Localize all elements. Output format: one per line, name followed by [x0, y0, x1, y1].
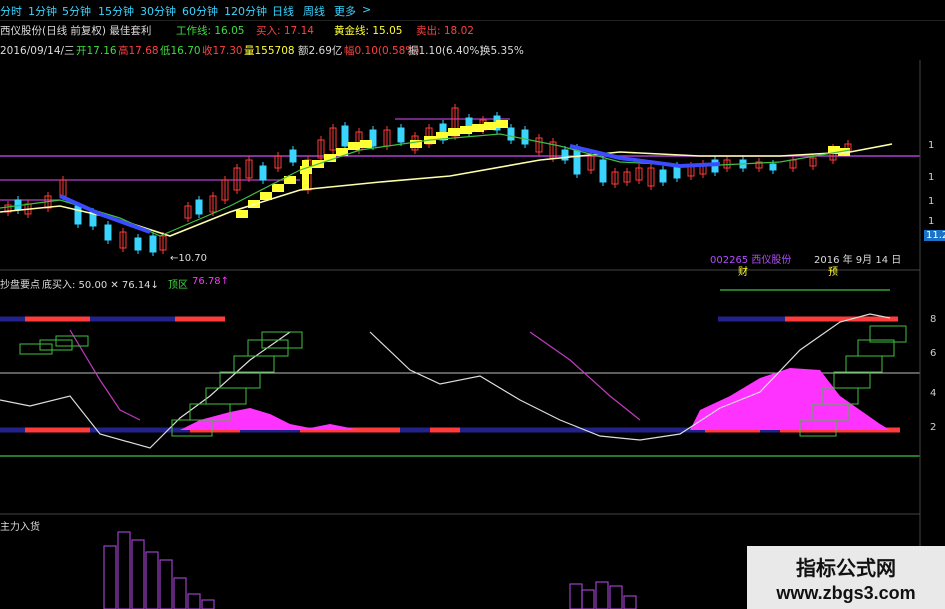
candle-body: [289, 149, 297, 163]
candle-body: [104, 224, 112, 241]
marker-finance: 财: [738, 267, 748, 278]
price-axis-label: 1: [928, 172, 935, 183]
histogram-bar: [595, 581, 609, 609]
signal-block: [496, 120, 508, 128]
green-box: [845, 355, 883, 373]
green-box: [833, 371, 871, 389]
price-axis-label: 1: [928, 196, 935, 207]
candle-body: [521, 129, 529, 145]
kline-chart: [0, 104, 920, 256]
signal-block: [236, 210, 248, 218]
candle-body: [149, 235, 157, 253]
candle-body: [573, 147, 581, 175]
green-box: [219, 371, 261, 389]
oscillator-line-2: [69, 329, 141, 421]
sub1-buy-ratio: 底买入: 50.00 ✕ 76.14↓: [42, 280, 159, 291]
green-box: [205, 387, 247, 405]
histogram-bar: [569, 583, 583, 609]
histogram-bar: [117, 531, 131, 609]
histogram-bar: [145, 551, 159, 609]
sub2-title: 主力入货: [0, 522, 40, 533]
signal-block: [448, 128, 460, 136]
candle-body: [659, 169, 667, 183]
chart-canvas: [0, 60, 921, 609]
pink-area: [690, 368, 890, 430]
oscillator-line-2: [529, 331, 641, 421]
candle-body: [134, 237, 142, 251]
watermark-title: 指标公式网: [796, 555, 896, 580]
signal-block: [302, 160, 309, 190]
marker-forecast: 预: [828, 267, 838, 278]
sub1-axis-label: 2: [930, 422, 937, 433]
ma-line-short: [0, 133, 851, 237]
signal-block: [472, 124, 484, 132]
candle-body: [599, 159, 607, 183]
candle-body: [507, 127, 515, 141]
sub1-axis-label: 4: [930, 388, 937, 399]
price-axis-label: 1: [928, 140, 935, 151]
candle-body: [259, 165, 267, 181]
signal-block: [272, 184, 284, 192]
low-price-annotation: ←10.70: [170, 253, 208, 264]
sub1-axis-label: 6: [930, 348, 937, 359]
candle-body: [341, 125, 349, 147]
stock-label: 002265 西仪股份: [710, 255, 792, 266]
sub1-zone-value: 76.78↑: [192, 276, 230, 287]
histogram-bar: [131, 539, 145, 609]
candle-body: [397, 127, 405, 143]
histogram-bar: [173, 577, 187, 609]
histogram-bar: [609, 585, 623, 609]
candle-body: [195, 199, 203, 215]
histogram-bar: [623, 595, 637, 609]
sub1-title: 抄盘要点: [0, 280, 40, 291]
candle-body: [769, 163, 777, 171]
green-box: [19, 343, 53, 355]
signal-block: [348, 142, 360, 150]
histogram-bar: [201, 599, 215, 609]
sub-indicator-chart: [0, 289, 920, 457]
watermark-url: www.zbgs3.com: [776, 582, 916, 603]
sub1-axis-label: 8: [930, 314, 937, 325]
signal-block: [460, 126, 472, 134]
histogram-bar: [187, 593, 201, 609]
pink-area: [180, 408, 360, 430]
ma-line-long: [0, 143, 893, 237]
histogram-bar: [581, 589, 595, 609]
watermark-logo: 指标公式网 www.zbgs3.com: [747, 546, 945, 609]
main-force-histogram: [103, 531, 637, 609]
price-axis-label: 1: [928, 216, 935, 227]
signal-block: [360, 140, 372, 148]
histogram-bar: [103, 545, 117, 609]
current-price-tag: 11.2: [924, 230, 945, 241]
signal-block: [484, 122, 496, 130]
candle-body: [74, 205, 82, 225]
sub1-zone: 顶区: [168, 280, 188, 291]
histogram-bar: [159, 559, 173, 609]
